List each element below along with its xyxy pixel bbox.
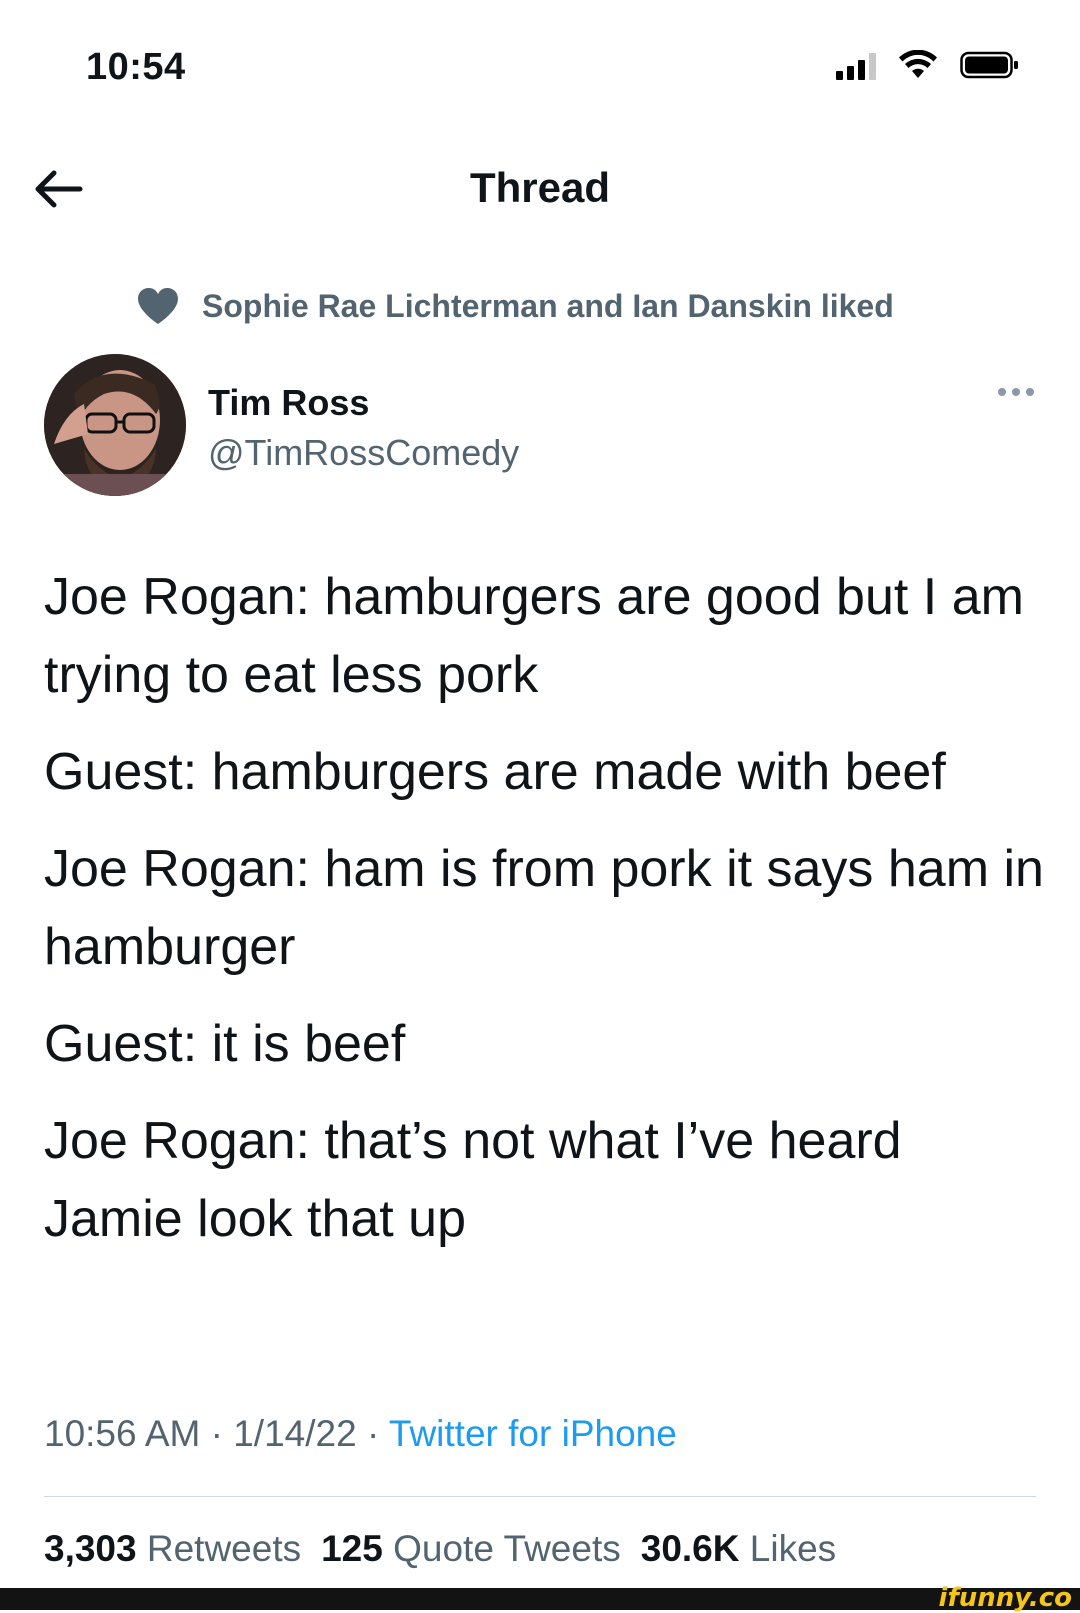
retweets-label: Retweets [146,1528,302,1569]
engagement-stats: 3,303 Retweets 125 Quote Tweets 30.6K Like… [44,1528,836,1570]
social-context[interactable]: Sophie Rae Lichterman and Ian Danskin li… [136,286,894,326]
status-icons [836,50,1020,80]
more-options-icon[interactable] [998,388,1034,396]
battery-icon [960,50,1020,80]
tweet-paragraph: Joe Rogan: that’s not what I’ve heard Ja… [44,1112,902,1248]
wifi-icon [898,50,938,80]
tweet-metadata: 10:56 AM · 1/14/22 · Twitter for iPhone [44,1413,677,1455]
divider [44,1496,1036,1497]
retweets-stat[interactable]: 3,303 Retweets [44,1528,301,1569]
heart-icon [136,286,180,326]
likes-stat[interactable]: 30.6K Likes [641,1528,836,1569]
tweet-paragraph: Joe Rogan: ham is from pork it says ham … [44,840,1044,976]
tweet-paragraph: Guest: hamburgers are made with beef [44,743,946,801]
tweet-time[interactable]: 10:56 AM [44,1413,200,1454]
quote-tweets-stat[interactable]: 125 Quote Tweets [321,1528,621,1569]
meta-separator: · [356,1413,389,1454]
tweet-date[interactable]: 1/14/22 [233,1413,356,1454]
nav-bar: Thread [0,150,1080,230]
quote-tweets-label: Quote Tweets [393,1528,621,1569]
status-time: 10:54 [86,46,186,88]
avatar[interactable] [44,354,186,496]
likes-count: 30.6K [640,1528,740,1569]
social-context-text: Sophie Rae Lichterman and Ian Danskin li… [202,287,894,324]
meta-separator: · [200,1413,234,1454]
ifunny-watermark: ifunny.co [938,1583,1072,1613]
retweets-count: 3,303 [44,1528,137,1569]
quote-tweets-count: 125 [321,1528,383,1569]
tweet-paragraph: Guest: it is beef [44,1015,406,1073]
tweet-paragraph: Joe Rogan: hamburgers are good but I am … [44,568,1024,704]
author-handle[interactable]: @TimRossComedy [208,432,519,474]
author-name[interactable]: Tim Ross [208,382,369,424]
page-title: Thread [469,164,611,211]
likes-label: Likes [749,1528,837,1569]
tweet-text: Joe Rogan: hamburgers are good but I am … [44,558,1044,1277]
tweet-source-link[interactable]: Twitter for iPhone [389,1413,677,1454]
tweet-author: Tim Ross @TimRossComedy [44,354,1034,499]
status-bar: 10:54 [0,0,1080,140]
cellular-signal-icon [836,52,876,80]
watermark-bar [0,1588,1080,1610]
